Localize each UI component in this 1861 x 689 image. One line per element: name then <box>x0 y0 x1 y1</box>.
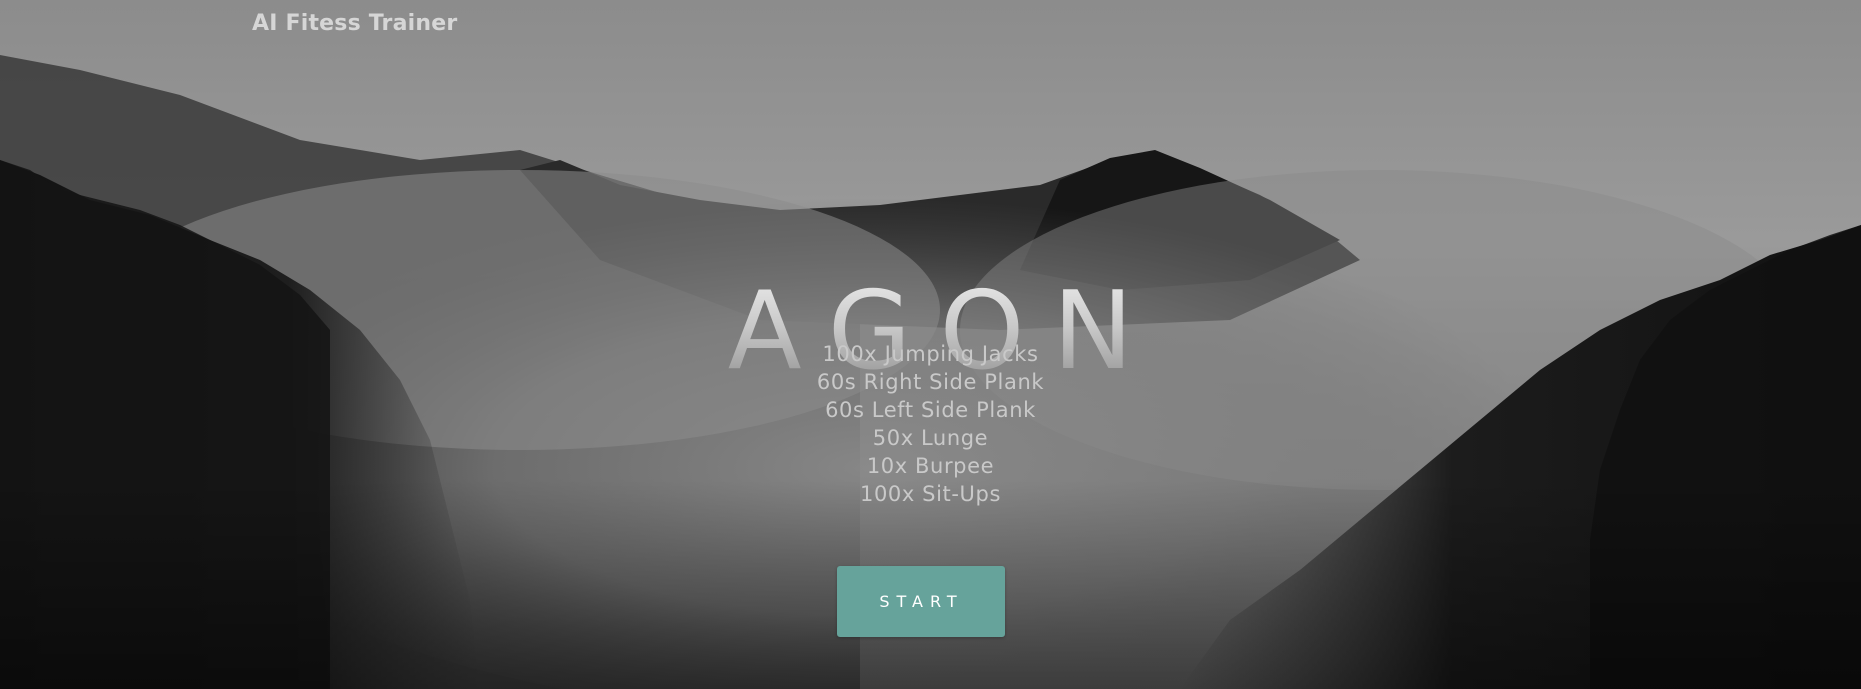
exercise-item: 10x Burpee <box>866 454 995 478</box>
exercise-item: 50x Lunge <box>872 426 989 450</box>
exercise-list: 100x Jumping Jacks 60s Right Side Plank … <box>0 340 1861 508</box>
start-button[interactable]: START <box>837 566 1005 637</box>
exercise-item: 60s Left Side Plank <box>825 398 1036 422</box>
exercise-item: 100x Sit-Ups <box>859 482 1001 506</box>
exercise-item: 100x Jumping Jacks <box>822 342 1039 366</box>
brand-link[interactable]: AI Fitess Trainer <box>252 11 457 36</box>
exercise-item: 60s Right Side Plank <box>816 370 1045 394</box>
hero-section: AI Fitess Trainer AGON 100x Jumping Jack… <box>0 0 1861 689</box>
